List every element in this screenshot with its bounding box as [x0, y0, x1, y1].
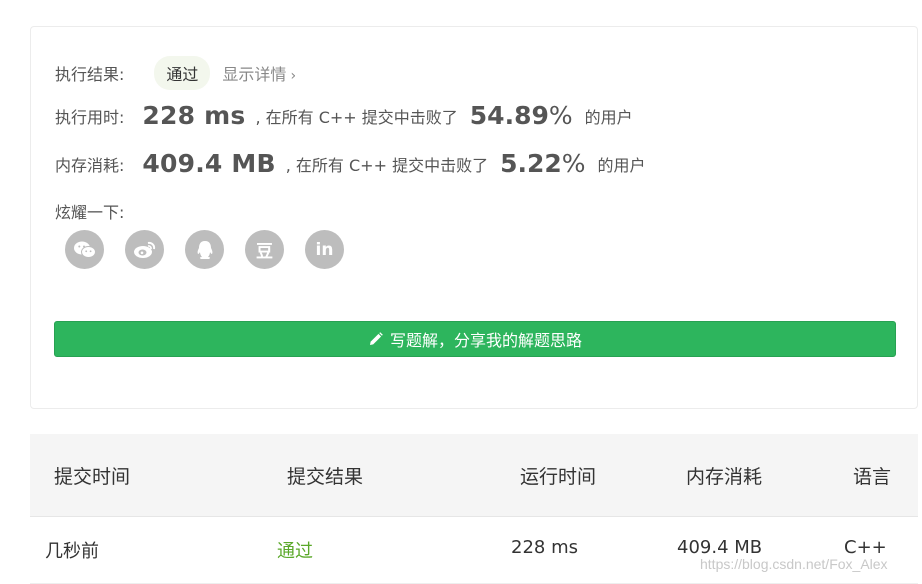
memory-percent-group: 5.22%: [500, 149, 585, 178]
memory-suffix: 的用户: [597, 155, 646, 175]
douban-glyph: 豆: [256, 242, 273, 262]
runtime-percent: 54.89: [469, 101, 549, 130]
qq-icon[interactable]: [185, 230, 224, 269]
write-solution-button[interactable]: 写题解，分享我的解题思路: [54, 321, 896, 357]
header-runtime: 运行时间: [520, 466, 597, 488]
header-language: 语言: [853, 466, 892, 488]
linkedin-glyph: in: [315, 239, 334, 260]
memory-row: 内存消耗: 409.4 MB , 在所有 C++ 提交中击败了 5.22% 的用…: [55, 149, 646, 178]
share-row: 炫耀一下:: [55, 199, 124, 223]
weibo-icon[interactable]: [125, 230, 164, 269]
runtime-suffix: 的用户: [584, 107, 633, 127]
result-label: 执行结果:: [55, 65, 125, 84]
memory-percent: 5.22: [500, 149, 562, 178]
runtime-label: 执行用时:: [55, 107, 125, 127]
table-header: 提交时间 提交结果 运行时间 内存消耗 语言: [30, 434, 918, 517]
header-submit-result: 提交结果: [287, 466, 364, 488]
cell-submit-time: 几秒前: [45, 541, 99, 562]
result-row: 执行结果: 通过 显示详情 ›: [55, 56, 296, 90]
runtime-value: 228 ms: [142, 101, 246, 130]
result-card: 执行结果: 通过 显示详情 › 执行用时: 228 ms , 在所有 C++ 提交…: [30, 26, 918, 409]
memory-percent-sign: %: [561, 149, 586, 178]
show-details-label[interactable]: 显示详情: [222, 65, 286, 84]
share-label: 炫耀一下:: [55, 203, 125, 222]
write-solution-label[interactable]: 写题解，分享我的解题思路: [390, 327, 582, 351]
cell-memory: 409.4 MB: [677, 537, 763, 558]
table-row[interactable]: 几秒前 通过 228 ms 409.4 MB C++: [30, 517, 918, 584]
wechat-icon[interactable]: [65, 230, 104, 269]
memory-label: 内存消耗:: [55, 155, 125, 175]
linkedin-icon[interactable]: in: [305, 230, 344, 269]
social-share-buttons: 豆 in: [65, 230, 344, 269]
header-submit-time: 提交时间: [54, 466, 131, 488]
runtime-percent-group: 54.89%: [470, 101, 573, 130]
memory-beat-text: , 在所有 C++ 提交中击败了: [285, 155, 489, 175]
pencil-icon: [369, 332, 383, 345]
chevron-right-icon[interactable]: ›: [290, 68, 296, 84]
douban-icon[interactable]: 豆: [245, 230, 284, 269]
runtime-beat-text: , 在所有 C++ 提交中击败了: [255, 107, 458, 127]
watermark: https://blog.csdn.net/Fox_Alex: [700, 556, 888, 572]
cell-runtime: 228 ms: [511, 537, 578, 558]
status-badge: 通过: [154, 56, 211, 90]
header-memory: 内存消耗: [686, 466, 763, 488]
runtime-percent-sign: %: [548, 101, 573, 130]
cell-submit-result[interactable]: 通过: [277, 537, 313, 563]
memory-value: 409.4 MB: [142, 149, 276, 178]
show-details-link[interactable]: 显示详情 ›: [222, 61, 296, 85]
cell-language: C++: [844, 537, 887, 558]
runtime-row: 执行用时: 228 ms , 在所有 C++ 提交中击败了 54.89% 的用户: [55, 101, 633, 130]
